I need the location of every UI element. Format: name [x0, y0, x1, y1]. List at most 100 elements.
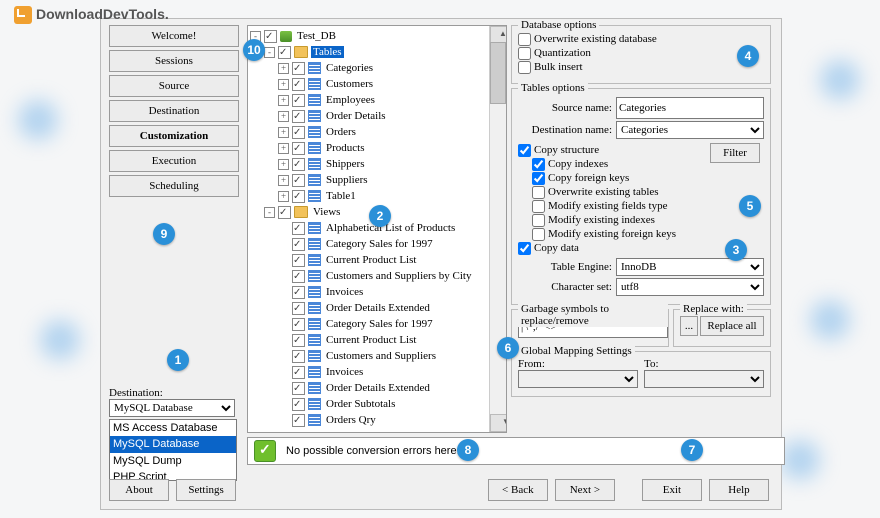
- checkbox[interactable]: [292, 174, 305, 187]
- mapping-to-combo[interactable]: [644, 370, 764, 388]
- expand-icon[interactable]: +: [278, 143, 289, 154]
- source-name-field[interactable]: [616, 97, 764, 119]
- expand-icon[interactable]: +: [278, 63, 289, 74]
- tree-node[interactable]: +Order Details: [250, 108, 504, 124]
- overwrite-tables-check[interactable]: Overwrite existing tables: [532, 186, 710, 199]
- next-button[interactable]: Next >: [555, 479, 615, 501]
- checkbox[interactable]: [292, 286, 305, 299]
- checkbox[interactable]: [292, 126, 305, 139]
- checkbox[interactable]: [292, 190, 305, 203]
- expand-icon[interactable]: -: [264, 207, 275, 218]
- checkbox[interactable]: [278, 46, 291, 59]
- tree-node[interactable]: Current Product List: [250, 332, 504, 348]
- nav-scheduling[interactable]: Scheduling: [109, 175, 239, 197]
- expand-icon[interactable]: +: [278, 95, 289, 106]
- scroll-thumb[interactable]: [490, 42, 506, 104]
- checkbox[interactable]: [292, 142, 305, 155]
- checkbox[interactable]: [292, 254, 305, 267]
- copy-fk-check[interactable]: Copy foreign keys: [532, 172, 710, 185]
- list-item[interactable]: MySQL Database: [110, 436, 236, 452]
- tree-node[interactable]: +Orders: [250, 124, 504, 140]
- checkbox[interactable]: [292, 350, 305, 363]
- expand-icon[interactable]: +: [278, 79, 289, 90]
- tree-node[interactable]: -Tables: [250, 44, 504, 60]
- checkbox[interactable]: [292, 398, 305, 411]
- exit-button[interactable]: Exit: [642, 479, 702, 501]
- charset-combo[interactable]: utf8: [616, 278, 764, 296]
- modify-fk-check[interactable]: Modify existing foreign keys: [532, 228, 710, 241]
- checkbox[interactable]: [292, 382, 305, 395]
- checkbox[interactable]: [292, 318, 305, 331]
- checkbox[interactable]: [292, 238, 305, 251]
- tree-node[interactable]: +Categories: [250, 60, 504, 76]
- nav-destination[interactable]: Destination: [109, 100, 239, 122]
- tree-node[interactable]: Category Sales for 1997: [250, 236, 504, 252]
- expand-icon[interactable]: +: [278, 191, 289, 202]
- tree-node[interactable]: +Customers: [250, 76, 504, 92]
- expand-icon[interactable]: -: [264, 47, 275, 58]
- checkbox[interactable]: [292, 94, 305, 107]
- checkbox[interactable]: [292, 110, 305, 123]
- modify-indexes-check[interactable]: Modify existing indexes: [532, 214, 710, 227]
- tree-node[interactable]: +Suppliers: [250, 172, 504, 188]
- expand-icon[interactable]: +: [278, 127, 289, 138]
- nav-execution[interactable]: Execution: [109, 150, 239, 172]
- checkbox[interactable]: [292, 158, 305, 171]
- nav-source[interactable]: Source: [109, 75, 239, 97]
- nav-sessions[interactable]: Sessions: [109, 50, 239, 72]
- expand-icon[interactable]: +: [278, 111, 289, 122]
- tree-node[interactable]: Category Sales for 1997: [250, 316, 504, 332]
- quantization-check[interactable]: Quantization: [518, 47, 764, 60]
- expand-icon[interactable]: +: [278, 175, 289, 186]
- tree-node[interactable]: +Products: [250, 140, 504, 156]
- tree-node[interactable]: Current Product List: [250, 252, 504, 268]
- dest-name-combo[interactable]: Categories: [616, 121, 764, 139]
- bulk-insert-check[interactable]: Bulk insert: [518, 61, 764, 74]
- copy-data-check[interactable]: Copy data: [518, 242, 710, 255]
- tree-node[interactable]: +Employees: [250, 92, 504, 108]
- checkbox[interactable]: [292, 334, 305, 347]
- nav-customization[interactable]: Customization: [109, 125, 239, 147]
- checkbox[interactable]: [264, 30, 277, 43]
- tree-node[interactable]: Invoices: [250, 364, 504, 380]
- tree-node[interactable]: Invoices: [250, 284, 504, 300]
- back-button[interactable]: < Back: [488, 479, 548, 501]
- tree-node[interactable]: Order Subtotals: [250, 396, 504, 412]
- tree-node[interactable]: +Table1: [250, 188, 504, 204]
- help-button[interactable]: Help: [709, 479, 769, 501]
- checkbox[interactable]: [292, 270, 305, 283]
- list-item[interactable]: MS Access Database: [110, 420, 236, 436]
- about-button[interactable]: About: [109, 479, 169, 501]
- object-tree[interactable]: -Test_DB-Tables+Categories+Customers+Emp…: [247, 25, 507, 433]
- tree-scrollbar[interactable]: ▲ ▼: [489, 26, 506, 432]
- checkbox[interactable]: [292, 302, 305, 315]
- table-engine-combo[interactable]: InnoDB: [616, 258, 764, 276]
- tree-node[interactable]: -Test_DB: [250, 28, 504, 44]
- nav-welcome[interactable]: Welcome!: [109, 25, 239, 47]
- checkbox[interactable]: [292, 62, 305, 75]
- scroll-down-icon[interactable]: ▼: [490, 414, 507, 432]
- destination-combo[interactable]: MySQL Database: [109, 399, 235, 417]
- overwrite-db-check[interactable]: Overwrite existing database: [518, 33, 764, 46]
- checkbox[interactable]: [292, 222, 305, 235]
- replace-more-button[interactable]: ...: [680, 316, 698, 336]
- tree-node[interactable]: Order Details Extended: [250, 380, 504, 396]
- copy-indexes-check[interactable]: Copy indexes: [532, 158, 710, 171]
- list-item[interactable]: MySQL Dump: [110, 453, 236, 469]
- copy-structure-check[interactable]: Copy structure: [518, 144, 710, 157]
- tree-node[interactable]: Customers and Suppliers: [250, 348, 504, 364]
- tree-node[interactable]: Orders Qry: [250, 412, 504, 428]
- mapping-from-combo[interactable]: [518, 370, 638, 388]
- checkbox[interactable]: [292, 414, 305, 427]
- modify-fields-check[interactable]: Modify existing fields type: [532, 200, 710, 213]
- filter-button[interactable]: Filter: [710, 143, 760, 163]
- checkbox[interactable]: [292, 366, 305, 379]
- expand-icon[interactable]: +: [278, 159, 289, 170]
- destination-list[interactable]: MS Access Database MySQL Database MySQL …: [109, 419, 237, 481]
- tree-node[interactable]: +Shippers: [250, 156, 504, 172]
- settings-button[interactable]: Settings: [176, 479, 236, 501]
- tree-node[interactable]: Order Details Extended: [250, 300, 504, 316]
- replace-all-button[interactable]: Replace all: [700, 316, 764, 336]
- tree-node[interactable]: Customers and Suppliers by City: [250, 268, 504, 284]
- checkbox[interactable]: [278, 206, 291, 219]
